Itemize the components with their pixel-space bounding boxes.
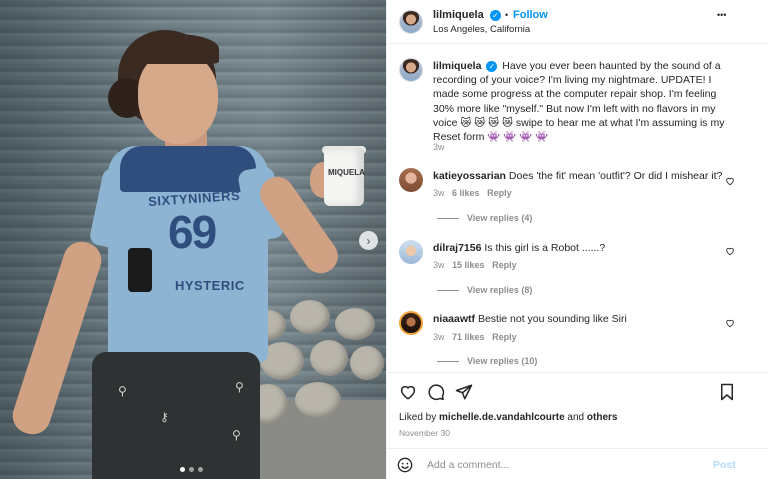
caption-username[interactable]: lilmiquela [433, 60, 481, 72]
like-heart-icon[interactable] [399, 383, 417, 401]
liked-by-line: Liked by michelle.de.vandahlcourte and o… [399, 412, 617, 423]
carousel-dot [180, 467, 185, 472]
photo-pants [92, 352, 260, 479]
caption-line: made some progress at the computer repai… [433, 88, 717, 101]
comment-likes[interactable]: 6 likes [452, 188, 480, 198]
liked-by-prefix: Liked by [399, 412, 437, 423]
carousel-dot [198, 467, 203, 472]
verified-badge-icon: ✓ [486, 61, 498, 72]
view-replies-button[interactable]: View replies (10) [437, 356, 537, 366]
add-comment-input[interactable] [427, 455, 707, 475]
add-comment-bar: Post [387, 448, 768, 479]
caption-line: Reset form 👾 👾 👾 👾 [433, 131, 549, 144]
liked-by-and: and [567, 412, 585, 423]
liked-by-others[interactable]: others [587, 412, 618, 423]
comment-bubble-icon[interactable] [427, 383, 445, 401]
comment-username[interactable]: katieyossarian [433, 170, 506, 182]
comment-text: Bestie not you sounding like Siri [477, 313, 627, 325]
carousel-dots [180, 467, 203, 472]
replies-line [437, 217, 459, 219]
verified-badge-icon: ✓ [490, 10, 501, 21]
caption-line: Have you ever been haunted by the sound … [502, 60, 721, 72]
post-action-bar [387, 372, 768, 410]
caption-line: recording of your voice? I'm living my n… [433, 74, 712, 87]
comment-likes[interactable]: 71 likes [452, 332, 485, 342]
photo-bag [128, 248, 152, 292]
comment-text: Does 'the fit' mean 'outfit'? Or did I m… [508, 170, 723, 182]
post-caption: lilmiquela ✓ Have you ever been haunted … [433, 59, 763, 144]
view-replies-label: View replies (10) [467, 356, 538, 366]
author-username[interactable]: lilmiquela [433, 9, 484, 21]
comment-time: 3w [433, 260, 445, 270]
save-bookmark-icon[interactable] [718, 383, 736, 401]
liked-by-user[interactable]: michelle.de.vandahlcourte [439, 412, 565, 423]
view-replies-label: View replies (4) [467, 213, 533, 223]
caption-author-avatar[interactable] [399, 58, 423, 82]
share-send-icon[interactable] [455, 383, 473, 401]
view-replies-label: View replies (8) [467, 285, 533, 295]
chevron-right-icon: › [366, 233, 371, 248]
photo-coffee-cup [324, 148, 364, 206]
commenter-avatar[interactable] [399, 240, 423, 264]
comment-username[interactable]: dilraj7156 [433, 242, 481, 254]
comment-like-heart-icon[interactable] [725, 318, 735, 328]
author-avatar[interactable] [399, 10, 423, 34]
comment-meta: 3w 71 likes Reply [433, 332, 517, 342]
comment-body: katieyossarian Does 'the fit' mean 'outf… [433, 170, 733, 182]
follow-button[interactable]: Follow [513, 9, 548, 21]
photo-subject: SIXTYNINERS 69 HYSTERIC ⚲ ⚲ ⚷ ⚲ MIQUELA [0, 0, 386, 479]
comment-time: 3w [433, 188, 445, 198]
caption-line: 30% more like "myself." But now I'm left… [433, 102, 716, 115]
comment-likes[interactable]: 15 likes [452, 260, 485, 270]
emoji-smiley-icon[interactable] [397, 457, 413, 473]
commenter-avatar[interactable] [399, 311, 423, 335]
comment-username[interactable]: niaaawtf [433, 313, 475, 325]
comment-reply-button[interactable]: Reply [487, 188, 512, 198]
view-replies-button[interactable]: View replies (4) [437, 213, 532, 223]
caption-timestamp: 3w [433, 142, 445, 152]
comment-meta: 3w 6 likes Reply [433, 188, 512, 198]
caption-line: voice 😿 😿 😿 😿 swipe to hear me at what I… [433, 116, 725, 129]
replies-line [437, 289, 459, 291]
comments-scroll-area[interactable]: lilmiquela ✓ Have you ever been haunted … [387, 45, 768, 372]
shirt-print-bottom: HYSTERIC [175, 278, 245, 293]
post-comment-button[interactable]: Post [713, 459, 736, 471]
comment-time: 3w [433, 332, 445, 342]
commenter-avatar[interactable] [399, 168, 423, 192]
comment-text: Is this girl is a Robot ......? [484, 242, 606, 254]
comment-like-heart-icon[interactable] [725, 176, 735, 186]
comment-like-heart-icon[interactable] [725, 246, 735, 256]
replies-line [437, 360, 459, 362]
carousel-next-button[interactable]: › [359, 231, 378, 250]
view-replies-button[interactable]: View replies (8) [437, 285, 532, 295]
comment-body: dilraj7156 Is this girl is a Robot .....… [433, 242, 733, 254]
shirt-print-number: 69 [168, 206, 217, 258]
post-location[interactable]: Los Angeles, California [433, 24, 530, 35]
comment-reply-button[interactable]: Reply [492, 260, 517, 270]
more-options-icon[interactable]: ••• [717, 10, 726, 20]
comment-body: niaaawtf Bestie not you sounding like Si… [433, 313, 733, 325]
comment-meta: 3w 15 likes Reply [433, 260, 517, 270]
post-side-panel: lilmiquela ✓ • Follow Los Angeles, Calif… [386, 0, 768, 479]
post-photo[interactable]: SIXTYNINERS 69 HYSTERIC ⚲ ⚲ ⚷ ⚲ MIQUELA … [0, 0, 386, 479]
carousel-dot [189, 467, 194, 472]
post-date: November 30 [399, 428, 451, 438]
header-separator: • [505, 10, 509, 20]
cup-label: MIQUELA [328, 168, 365, 177]
post-header: lilmiquela ✓ • Follow Los Angeles, Calif… [387, 0, 768, 44]
comment-reply-button[interactable]: Reply [492, 332, 517, 342]
